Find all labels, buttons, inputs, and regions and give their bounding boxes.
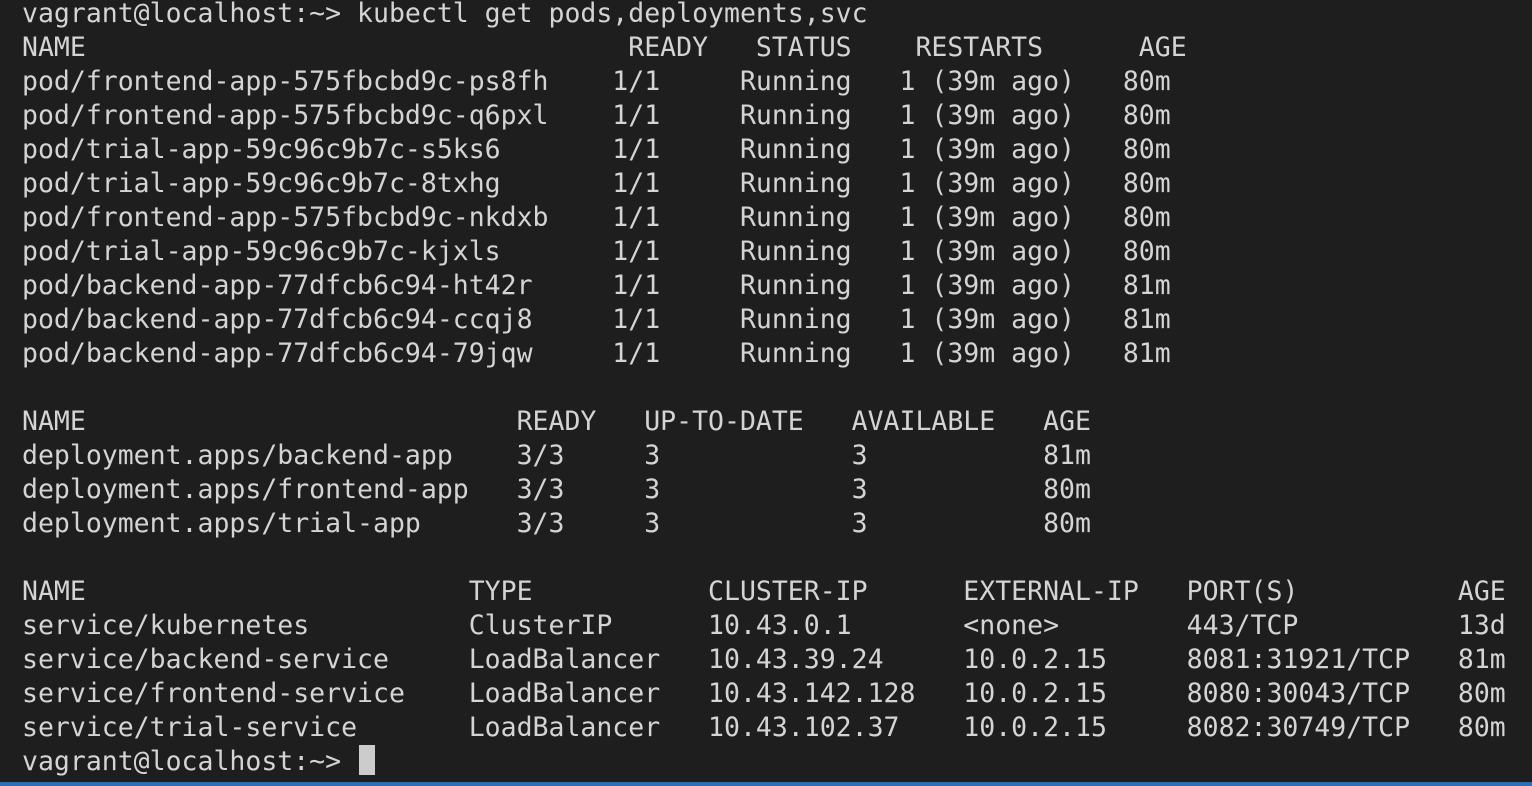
terminal-output: vagrant@localhost:~> kubectl get pods,de…	[22, 0, 1506, 779]
service-row: service/frontend-service LoadBalancer 10…	[22, 678, 1506, 709]
terminal-window[interactable]: vagrant@localhost:~> kubectl get pods,de…	[0, 0, 1532, 782]
prompt-text: vagrant@localhost:~>	[22, 746, 358, 777]
pod-row: pod/trial-app-59c96c9b7c-kjxls 1/1 Runni…	[22, 236, 1171, 267]
command-line: vagrant@localhost:~> kubectl get pods,de…	[22, 0, 868, 29]
service-row: service/kubernetes ClusterIP 10.43.0.1 <…	[22, 610, 1506, 641]
text-cursor	[359, 745, 376, 775]
deployment-row: deployment.apps/backend-app 3/3 3 3 81m	[22, 440, 1091, 471]
pods-header: NAME READY STATUS RESTARTS AGE	[22, 32, 1187, 63]
deployments-header: NAME READY UP-TO-DATE AVAILABLE AGE	[22, 406, 1091, 437]
pod-row: pod/frontend-app-575fbcbd9c-q6pxl 1/1 Ru…	[22, 100, 1171, 131]
pod-row: pod/backend-app-77dfcb6c94-79jqw 1/1 Run…	[22, 338, 1171, 369]
service-row: service/trial-service LoadBalancer 10.43…	[22, 712, 1506, 743]
pod-row: pod/trial-app-59c96c9b7c-s5ks6 1/1 Runni…	[22, 134, 1171, 165]
pod-row: pod/trial-app-59c96c9b7c-8txhg 1/1 Runni…	[22, 168, 1171, 199]
services-header: NAME TYPE CLUSTER-IP EXTERNAL-IP PORT(S)…	[22, 576, 1506, 607]
pod-row: pod/backend-app-77dfcb6c94-ht42r 1/1 Run…	[22, 270, 1171, 301]
pod-row: pod/frontend-app-575fbcbd9c-nkdxb 1/1 Ru…	[22, 202, 1171, 233]
status-bar	[0, 782, 1532, 786]
deployment-row: deployment.apps/frontend-app 3/3 3 3 80m	[22, 474, 1091, 505]
service-row: service/backend-service LoadBalancer 10.…	[22, 644, 1506, 675]
prompt-line[interactable]: vagrant@localhost:~>	[22, 745, 1506, 779]
deployment-row: deployment.apps/trial-app 3/3 3 3 80m	[22, 508, 1091, 539]
pod-row: pod/frontend-app-575fbcbd9c-ps8fh 1/1 Ru…	[22, 66, 1171, 97]
pod-row: pod/backend-app-77dfcb6c94-ccqj8 1/1 Run…	[22, 304, 1171, 335]
